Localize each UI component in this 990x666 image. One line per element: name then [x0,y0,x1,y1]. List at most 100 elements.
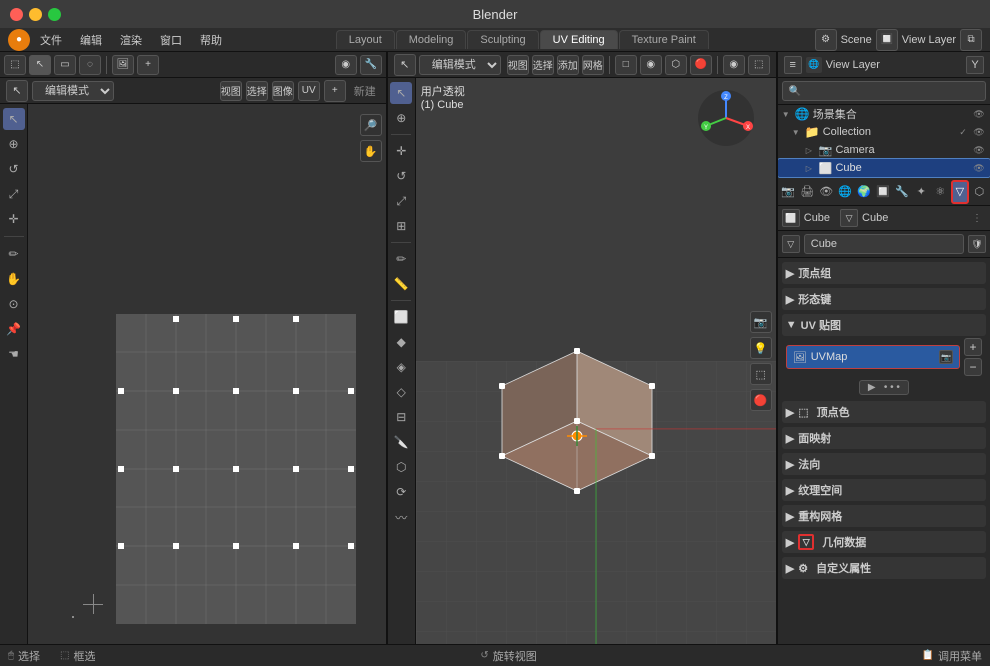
uv-new-btn[interactable]: + [324,80,346,102]
section-vertex-groups-header[interactable]: ▶ 顶点组 [782,262,986,284]
menu-render[interactable]: 渲染 [112,30,150,50]
vp-tool-select[interactable]: ↖ [390,82,412,104]
uv-view-menu[interactable]: 视图 [220,81,242,101]
uv-overlay-icon[interactable]: ◉ [335,55,357,75]
tool-annotate[interactable]: ✏ [3,243,25,265]
vp-shading-render[interactable]: 🔴 [690,55,712,75]
vp-shading-solid[interactable]: ◉ [640,55,662,75]
uv-cursor-icon[interactable]: ↖ [29,55,51,75]
prop-world-icon[interactable]: 🌍 [856,180,873,204]
prop-data-icon[interactable]: ▽ [951,180,969,204]
tool-pin[interactable]: 📌 [3,318,25,340]
scene-dropdown-icon[interactable]: ⚙ [815,29,837,51]
uv-image-menu[interactable]: 图像 [272,81,294,101]
vp-tool-annotate[interactable]: ✏ [390,248,412,270]
vp-tool-loop[interactable]: ⊟ [390,406,412,428]
vp-tool-inset[interactable]: ◈ [390,356,412,378]
uv-mode-icon[interactable]: ↖ [6,80,28,102]
vp-tool-add-cube[interactable]: ⬜ [390,306,412,328]
vp-shading-wire[interactable]: □ [615,55,637,75]
vp-light-icon[interactable]: 💡 [750,337,772,359]
prop-output-icon[interactable]: 🖨 [799,180,816,204]
vp-tool-cursor[interactable]: ⊕ [390,107,412,129]
prop-particles-icon[interactable]: ✦ [913,180,930,204]
tab-sculpting[interactable]: Sculpting [467,30,538,49]
vis-eye4[interactable]: 👁 [972,161,986,175]
section-remesh-header[interactable]: ▶ 重构网格 [782,505,986,527]
tree-item-collection[interactable]: ▼ 📁 Collection ✓ 👁 [778,123,990,141]
tree-item-scene-collection[interactable]: ▼ 🌐 场景集合 👁 [778,105,990,123]
tool-scale[interactable]: ⤢ [3,183,25,205]
vp-mode-icon[interactable]: ↖ [394,54,416,76]
uv-image-icon[interactable]: 🖼 [112,55,134,75]
copy-icon[interactable]: ⧉ [960,29,982,51]
tool-cursor[interactable]: ⊕ [3,133,25,155]
prop-object-icon[interactable]: 🔲 [875,180,892,204]
vp-tool-scale[interactable]: ⤢ [390,190,412,212]
tool-transform[interactable]: ✛ [3,208,25,230]
uvmap-more-btn[interactable]: ▶ • • • [859,380,909,395]
axes-gizmo[interactable]: Z X Y [696,88,756,148]
vp-mode-selector[interactable]: 编辑模式 [419,55,501,75]
uv-mode-selector[interactable]: 编辑模式 [32,81,114,101]
vp-tool-knife[interactable]: 🔪 [390,431,412,453]
vp-tool-measure[interactable]: 📏 [390,273,412,295]
uv-pan-icon[interactable]: ✋ [360,140,382,162]
props-content[interactable]: ▶ 顶点组 ▶ 形态键 ▼ UV 贴图 [778,258,990,644]
uvmap-camera-icon[interactable]: 📷 [939,350,953,364]
section-texture-space-header[interactable]: ▶ 纹理空间 [782,479,986,501]
uv-select-menu[interactable]: 选择 [246,81,268,101]
section-geometry-data-header[interactable]: ▶ ▽ 几何数据 [782,531,986,553]
uv-new-icon[interactable]: + [137,55,159,75]
vp-mesh-menu[interactable]: 网格 [582,55,604,75]
props-options-icon[interactable]: ⋮ [968,209,986,227]
prop-render-icon[interactable]: 📷 [780,180,797,204]
vp-tool-bevel[interactable]: ◇ [390,381,412,403]
vp-add-menu[interactable]: 添加 [557,55,579,75]
section-vertex-colors-header[interactable]: ▶ ⬚ 顶点色 [782,401,986,423]
uvmap-add-btn[interactable]: + [964,338,982,356]
vis-eye[interactable]: 👁 [972,107,986,121]
vp-tool-extrude[interactable]: ◆ [390,331,412,353]
prop-scene-icon[interactable]: 🌐 [837,180,854,204]
section-uv-maps-header[interactable]: ▼ UV 贴图 [782,314,986,336]
section-normals-header[interactable]: ▶ 法向 [782,453,986,475]
vp-tool-smooth[interactable]: 〰 [390,506,412,528]
tab-layout[interactable]: Layout [336,30,395,49]
vp-tool-poly[interactable]: ⬡ [390,456,412,478]
uv-canvas[interactable]: 🔎 ✋ [28,104,386,644]
tool-select[interactable]: ↖ [3,108,25,130]
uv-box-select-icon[interactable]: ▭ [54,55,76,75]
prop-physics-icon[interactable]: ⚛ [932,180,949,204]
tab-modeling[interactable]: Modeling [396,30,467,49]
tool-grab[interactable]: ✋ [3,268,25,290]
uv-tool-icon[interactable]: 🔧 [360,55,382,75]
tree-item-camera[interactable]: ▷ 📷 Camera 👁 [778,141,990,159]
prop-view-icon[interactable]: 👁 [818,180,835,204]
menu-edit[interactable]: 编辑 [72,30,110,50]
vp-render-icon[interactable]: 🔴 [750,389,772,411]
tool-unwrap[interactable]: ⊙ [3,293,25,315]
vp-tool-spin[interactable]: ⟳ [390,481,412,503]
uvmap-entry[interactable]: 🖼 UVMap 📷 [786,345,960,369]
minimize-button[interactable] [29,8,42,21]
viewport-canvas[interactable]: 用户透视 (1) Cube [416,78,776,644]
vp-viewport-icon[interactable]: ⬚ [750,363,772,385]
vis-check[interactable]: ✓ [956,125,970,139]
vp-tool-transform[interactable]: ⊞ [390,215,412,237]
tool-grab2[interactable]: ☚ [3,343,25,365]
close-button[interactable] [10,8,23,21]
vp-shading-mat[interactable]: ⬡ [665,55,687,75]
vp-tool-rotate[interactable]: ↺ [390,165,412,187]
props-filter-icon[interactable]: Y [966,56,984,74]
shield-icon[interactable]: 🛡 [968,235,986,253]
tree-item-cube[interactable]: ▷ ⬜ Cube 👁 [778,159,990,177]
viewlayer-icon[interactable]: 🔲 [876,29,898,51]
menu-window[interactable]: 窗口 [152,30,190,50]
section-face-maps-header[interactable]: ▶ 面映射 [782,427,986,449]
tool-rotate[interactable]: ↺ [3,158,25,180]
vis-eye2[interactable]: 👁 [972,125,986,139]
vp-overlay-btn[interactable]: ◉ [723,55,745,75]
uv-uv-menu[interactable]: UV [298,81,320,101]
vp-view-menu[interactable]: 视图 [507,55,529,75]
